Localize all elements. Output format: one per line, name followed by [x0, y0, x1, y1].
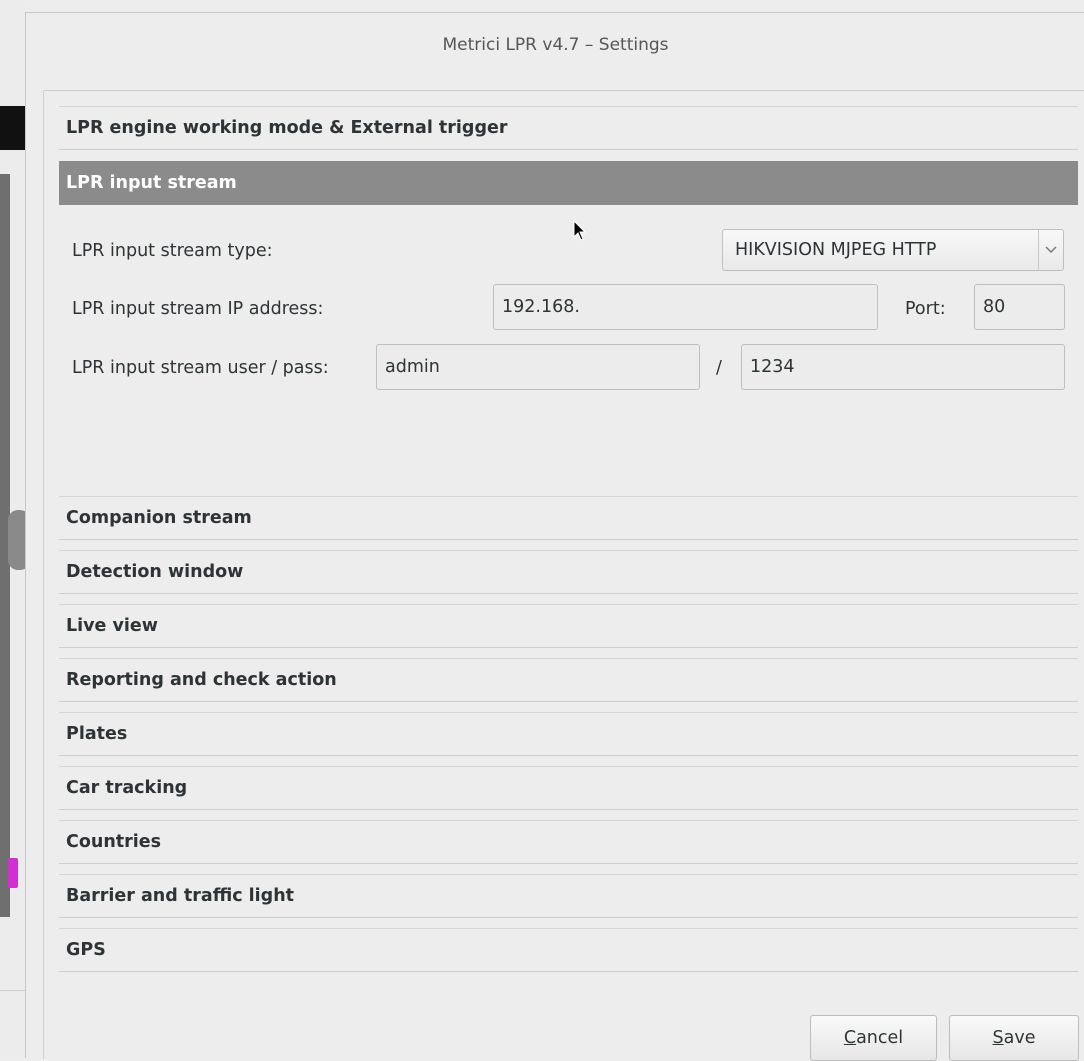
settings-dialog: Metrici LPR v4.7 – Settings LPR engine w…: [25, 12, 1084, 1061]
background-highlight: [8, 858, 18, 888]
background-bar: [0, 106, 25, 150]
cancel-button[interactable]: Cancel: [810, 1015, 937, 1061]
mouse-pointer-icon: [573, 219, 587, 246]
section-live-view[interactable]: Live view: [59, 604, 1078, 648]
section-engine-mode[interactable]: LPR engine working mode & External trigg…: [59, 106, 1078, 150]
ip-address-label: LPR input stream IP address:: [72, 299, 324, 319]
stream-type-combo[interactable]: HIKVISION MJPEG HTTP: [722, 229, 1064, 271]
section-reporting[interactable]: Reporting and check action: [59, 658, 1078, 702]
section-detection-window[interactable]: Detection window: [59, 550, 1078, 594]
section-gps[interactable]: GPS: [59, 928, 1078, 972]
user-pass-separator: /: [716, 358, 722, 378]
stream-type-label: LPR input stream type:: [72, 241, 273, 261]
section-companion-stream[interactable]: Companion stream: [59, 496, 1078, 540]
ip-address-field[interactable]: 192.168.: [493, 284, 878, 330]
section-plates[interactable]: Plates: [59, 712, 1078, 756]
password-field[interactable]: 1234: [741, 344, 1065, 390]
port-field[interactable]: 80: [974, 284, 1065, 330]
section-car-tracking[interactable]: Car tracking: [59, 766, 1078, 810]
window-title: Metrici LPR v4.7 – Settings: [442, 35, 669, 55]
username-field[interactable]: admin: [376, 344, 700, 390]
save-label: ave: [1003, 1028, 1036, 1048]
cancel-mnemonic: C: [843, 1028, 857, 1048]
cancel-label: ancel: [856, 1028, 904, 1048]
stream-type-value: HIKVISION MJPEG HTTP: [735, 240, 937, 260]
section-input-stream[interactable]: LPR input stream: [59, 161, 1078, 205]
chevron-down-icon: [1038, 230, 1063, 270]
section-barrier[interactable]: Barrier and traffic light: [59, 874, 1078, 918]
port-label: Port:: [905, 299, 946, 319]
background-divider: [0, 990, 25, 991]
save-button[interactable]: Save: [949, 1015, 1079, 1061]
save-mnemonic: S: [992, 1028, 1004, 1048]
background-app: [0, 0, 30, 1057]
section-countries[interactable]: Countries: [59, 820, 1078, 864]
settings-content: LPR engine working mode & External trigg…: [43, 90, 1084, 1061]
user-pass-label: LPR input stream user / pass:: [72, 358, 329, 378]
